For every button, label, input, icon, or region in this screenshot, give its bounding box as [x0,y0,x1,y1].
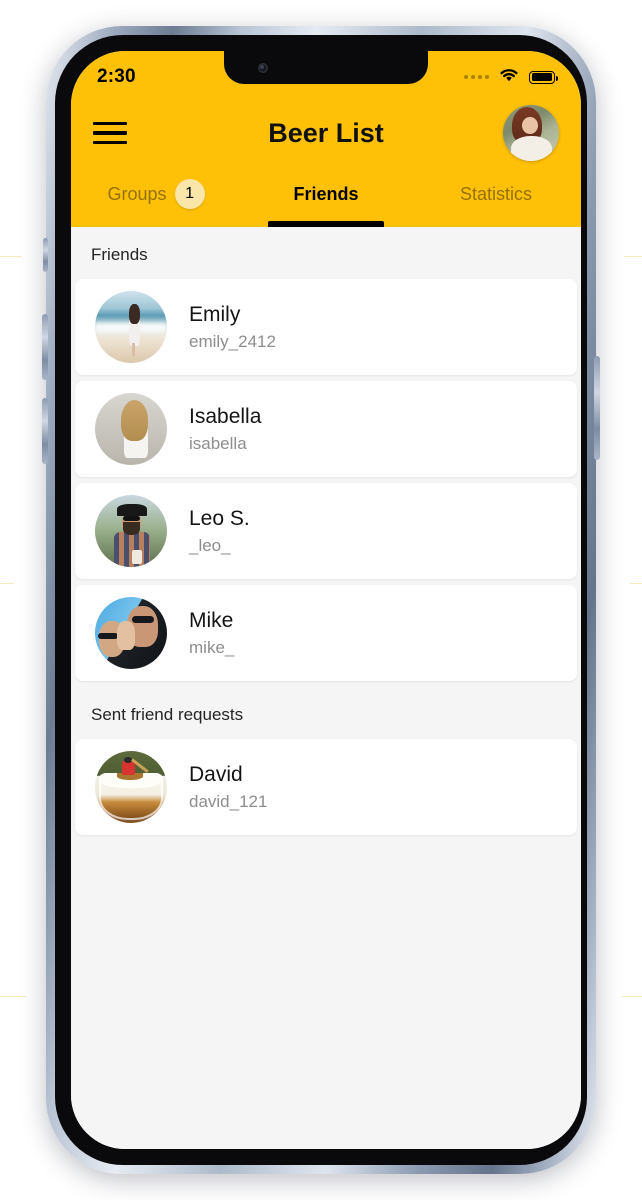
friend-name: Leo S. [189,507,250,531]
list-item-meta: Emily emily_2412 [189,302,276,351]
phone-device-frame: 2:30 Beer List Groups 1 Friends Statisti… [42,26,600,1174]
section-header-friends: Friends [91,245,148,264]
avatar-image [503,105,559,161]
wifi-icon [498,67,520,88]
status-badge: 1 [174,179,205,209]
volume-down-button[interactable] [42,398,48,464]
signal-dots-icon [464,75,489,79]
front-camera-icon [258,63,268,73]
list-item-meta: David david_121 [189,762,267,811]
phone-screen: 2:30 Beer List Groups 1 Friends Statisti… [71,51,581,1149]
tab-friends-label: Friends [293,183,359,204]
list-item[interactable]: Leo S. _leo_ [75,483,577,579]
screenshot-canvas: 2:30 Beer List Groups 1 Friends Statisti… [0,0,642,1200]
list-item[interactable]: Isabella isabella [75,381,577,477]
status-bar-clock: 2:30 [97,66,136,87]
guide-mark [0,996,26,997]
friend-handle: isabella [189,433,247,453]
friend-handle: david_121 [189,791,268,811]
navigation-bar: Beer List [71,97,581,169]
guide-mark [624,256,642,257]
avatar [95,291,167,363]
tab-groups[interactable]: Groups 1 [71,169,241,227]
avatar-image [95,291,167,363]
tab-statistics[interactable]: Statistics [411,169,581,227]
notch [224,51,428,84]
power-button[interactable] [594,356,600,460]
avatar [95,495,167,567]
tab-statistics-label: Statistics [459,183,533,204]
friend-name: Mike [189,609,234,633]
list-item-meta: Isabella isabella [189,404,261,453]
volume-up-button[interactable] [42,314,48,380]
friend-handle: _leo_ [189,535,231,555]
list-item[interactable]: Mike mike_ [75,585,577,681]
guide-mark [630,583,642,584]
tab-bar: Groups 1 Friends Statistics [71,169,581,227]
friend-name: Isabella [189,405,262,429]
status-bar-indicators [464,67,558,88]
list-item[interactable]: David david_121 [75,739,577,835]
list-item[interactable]: Emily emily_2412 [75,279,577,375]
battery-full-icon [529,70,558,84]
avatar-image [95,495,167,567]
avatar-image [95,597,167,669]
guide-mark [0,256,22,257]
list-item-meta: Leo S. _leo_ [189,506,250,555]
avatar [95,597,167,669]
guide-mark [622,996,642,997]
avatar [95,393,167,465]
friend-handle: emily_2412 [189,331,276,351]
phone-bezel: 2:30 Beer List Groups 1 Friends Statisti… [55,35,587,1165]
friend-name: Emily [189,303,241,327]
friend-name: David [189,763,243,787]
guide-mark [0,583,14,584]
list-item-meta: Mike mike_ [189,608,234,657]
friend-handle: mike_ [189,637,235,657]
avatar-image [95,393,167,465]
mute-switch[interactable] [43,238,48,272]
section-header-sent-requests: Sent friend requests [91,705,244,724]
avatar [95,751,167,823]
friends-list-content: Friends Emily emily_2412 Isabella isabel… [71,227,581,1149]
avatar-image [95,751,167,823]
tab-groups-label: Groups [107,183,167,204]
hamburger-menu-icon[interactable] [93,121,127,145]
tab-friends[interactable]: Friends [241,169,411,227]
avatar[interactable] [503,105,559,161]
